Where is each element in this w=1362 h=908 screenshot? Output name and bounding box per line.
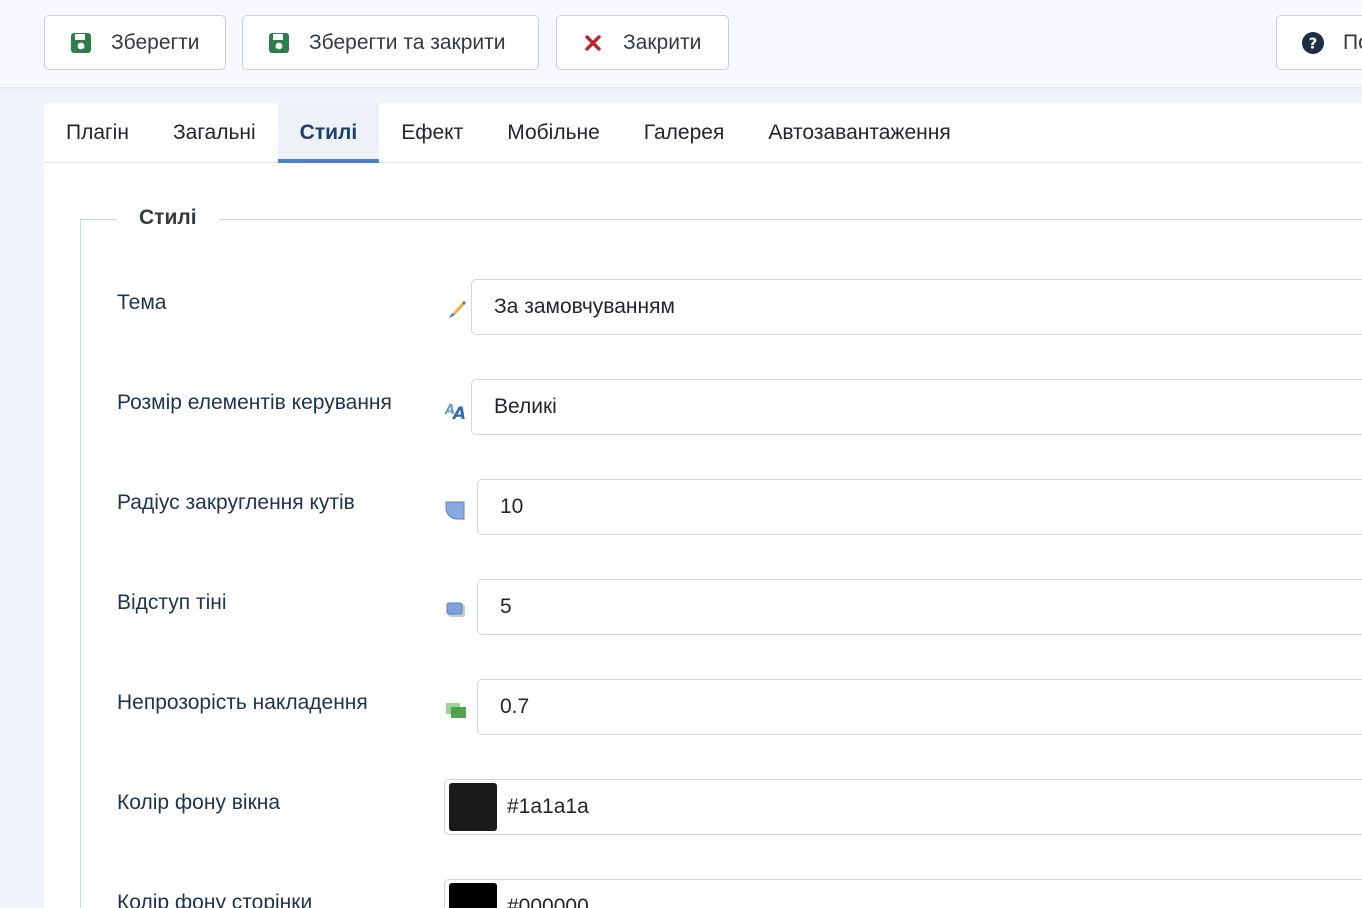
svg-text:?: ?	[1309, 34, 1318, 52]
tab-effect[interactable]: Ефект	[379, 103, 485, 163]
page-bg-color-swatch[interactable]	[449, 883, 497, 908]
save-and-close-button-label: Зберегти та закрити	[309, 30, 506, 54]
theme-label: Тема	[117, 291, 167, 314]
toolbar: Зберегти Зберегти та закрити Закрити ? П…	[0, 0, 1362, 88]
rounded-corner-icon	[445, 499, 467, 521]
shadow-offset-value: 5	[500, 595, 512, 618]
brush-icon	[445, 299, 467, 321]
svg-text:A: A	[451, 404, 466, 421]
window-bg-label: Колір фону вікна	[117, 791, 281, 814]
close-button[interactable]: Закрити	[556, 15, 729, 70]
help-button[interactable]: ? По	[1276, 15, 1362, 70]
close-button-label: Закрити	[623, 30, 702, 54]
tab-styles[interactable]: Стилі	[277, 103, 380, 163]
shadow-offset-row: Відступ тіні 5	[81, 579, 1362, 635]
control-size-label: Розмір елементів керування	[117, 391, 392, 414]
shadow-offset-label: Відступ тіні	[117, 591, 227, 614]
tab-gallery[interactable]: Галерея	[622, 103, 747, 163]
control-size-value: Великі	[494, 395, 557, 418]
overlay-opacity-label: Непрозорість накладення	[117, 691, 368, 714]
save-button-label: Зберегти	[111, 30, 200, 54]
control-size-row: Розмір елементів керування AA Великі	[81, 379, 1362, 435]
theme-select[interactable]: За замовчуванням	[471, 279, 1362, 335]
shadow-offset-input[interactable]: 5	[477, 579, 1362, 635]
save-and-close-button[interactable]: Зберегти та закрити	[242, 15, 539, 70]
window-bg-color-input[interactable]: #1a1a1a	[444, 779, 1362, 835]
window-bg-color-swatch[interactable]	[449, 783, 497, 831]
shadow-icon	[445, 599, 467, 621]
tab-general[interactable]: Загальні	[151, 103, 278, 163]
theme-row: Тема За замовчуванням	[81, 279, 1362, 335]
close-icon	[581, 31, 605, 55]
tab-plugin[interactable]: Плагін	[44, 103, 151, 163]
overlay-opacity-row: Непрозорість накладення 0.7	[81, 679, 1362, 735]
overlay-opacity-value: 0.7	[500, 695, 530, 718]
overlay-icon	[445, 699, 467, 721]
corner-radius-value: 10	[500, 495, 524, 518]
window-bg-row: Колір фону вікна #1a1a1a	[81, 779, 1362, 835]
window-bg-value: #1a1a1a	[507, 795, 589, 818]
overlay-opacity-input[interactable]: 0.7	[477, 679, 1362, 735]
tab-autoload[interactable]: Автозавантаження	[746, 103, 972, 163]
theme-value: За замовчуванням	[494, 295, 675, 318]
settings-panel: Плагін Загальні Стилі Ефект Мобільне Гал…	[44, 103, 1362, 908]
tab-mobile[interactable]: Мобільне	[485, 103, 622, 163]
tab-bar: Плагін Загальні Стилі Ефект Мобільне Гал…	[44, 103, 1362, 163]
page-bg-color-input[interactable]: #000000	[444, 879, 1362, 908]
help-button-label: По	[1343, 30, 1362, 54]
question-circle-icon: ?	[1301, 31, 1325, 55]
floppy-disk-icon	[69, 31, 93, 55]
corner-radius-label: Радіус закруглення кутів	[117, 491, 355, 514]
page-bg-row: Колір фону сторінки #000000	[81, 879, 1362, 908]
corner-radius-input[interactable]: 10	[477, 479, 1362, 535]
save-button[interactable]: Зберегти	[44, 15, 226, 70]
fieldset-legend: Стилі	[117, 206, 219, 230]
floppy-disk-icon	[267, 31, 291, 55]
page-bg-label: Колір фону сторінки	[117, 891, 313, 908]
font-size-icon: AA	[444, 399, 467, 424]
corner-radius-row: Радіус закруглення кутів 10	[81, 479, 1362, 535]
control-size-select[interactable]: Великі	[471, 379, 1362, 435]
styles-fieldset: Стилі Тема За замовчуванням Розмір елеме…	[80, 206, 1362, 908]
page-bg-value: #000000	[507, 895, 589, 908]
